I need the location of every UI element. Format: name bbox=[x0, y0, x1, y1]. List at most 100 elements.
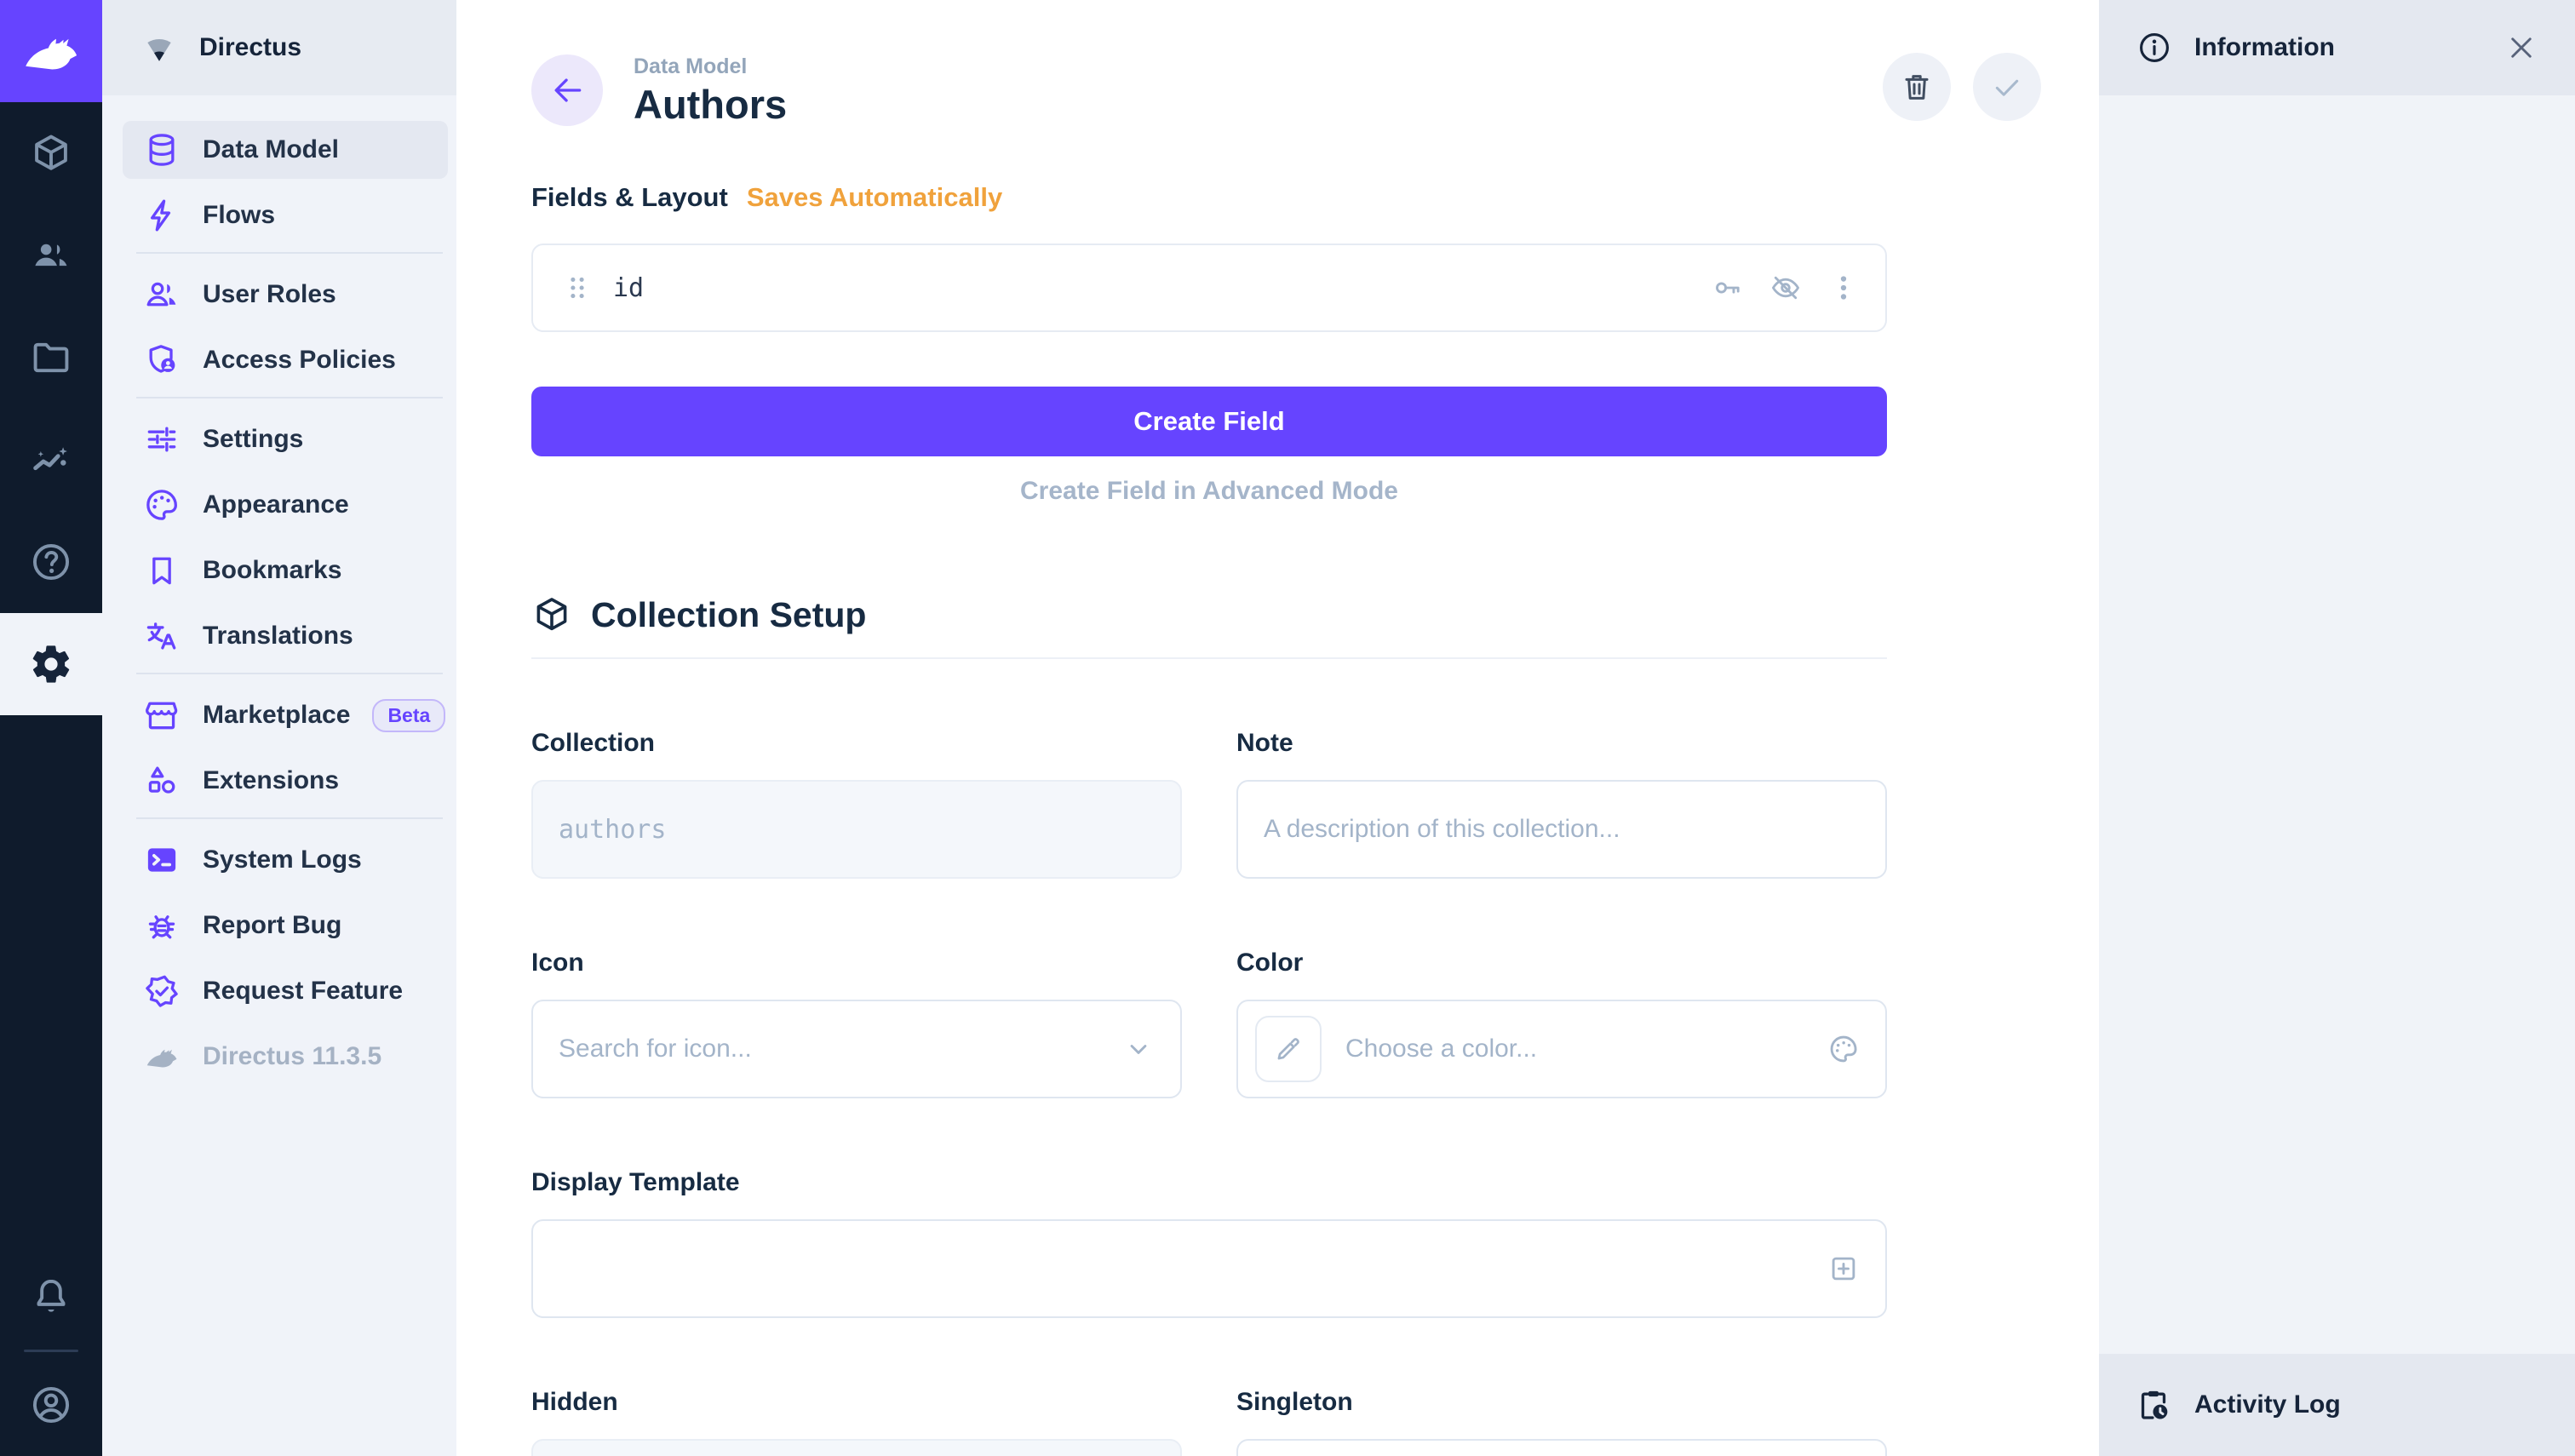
more-vert-icon bbox=[1827, 272, 1860, 304]
nav-item-appearance[interactable]: Appearance bbox=[123, 476, 448, 534]
help-module-icon bbox=[29, 540, 73, 584]
hidden-label: Hidden bbox=[531, 1388, 1182, 1417]
module-bar-divider bbox=[24, 1350, 78, 1352]
nav-item-label: Extensions bbox=[203, 766, 339, 795]
nav-item-label: Flows bbox=[203, 201, 275, 230]
account-button[interactable] bbox=[0, 1354, 102, 1456]
field-row-icons bbox=[1712, 272, 1860, 304]
collection-setup-form: Collection Note Icon bbox=[531, 729, 1887, 1456]
autosave-note: Saves Automatically bbox=[747, 182, 1002, 213]
field-menu-button[interactable] bbox=[1827, 272, 1860, 304]
icon-search-input[interactable] bbox=[559, 1035, 1122, 1063]
sliders-icon bbox=[143, 421, 181, 458]
nav-item-label: Access Policies bbox=[203, 346, 396, 375]
field-row-id[interactable]: id bbox=[531, 244, 1887, 332]
terminal-icon bbox=[143, 841, 181, 879]
save-button[interactable] bbox=[1973, 53, 2041, 121]
chevron-down-icon[interactable] bbox=[1122, 1033, 1155, 1065]
color-input[interactable] bbox=[1345, 1035, 1827, 1063]
nav-item-data-model[interactable]: Data Model bbox=[123, 121, 448, 179]
header-actions bbox=[1883, 53, 2041, 121]
module-users[interactable] bbox=[0, 204, 102, 307]
nav-item-label: Request Feature bbox=[203, 977, 403, 1006]
nav-item-label: System Logs bbox=[203, 846, 362, 874]
project-status-icon bbox=[141, 30, 177, 66]
nav-item-request-feature[interactable]: Request Feature bbox=[123, 962, 448, 1020]
note-label: Note bbox=[1236, 729, 1887, 758]
display-template-input-wrap[interactable] bbox=[531, 1219, 1887, 1318]
nav-divider bbox=[136, 397, 443, 398]
delete-collection-button[interactable] bbox=[1883, 53, 1951, 121]
nav-item-label: Bookmarks bbox=[203, 556, 341, 585]
eyedropper-icon bbox=[1273, 1034, 1304, 1064]
trash-icon bbox=[1900, 70, 1934, 104]
icon-label: Icon bbox=[531, 949, 1182, 977]
nav-item-system-logs[interactable]: System Logs bbox=[123, 831, 448, 889]
singleton-label: Singleton bbox=[1236, 1388, 1887, 1417]
nav-item-bookmarks[interactable]: Bookmarks bbox=[123, 542, 448, 599]
nav-item-extensions[interactable]: Extensions bbox=[123, 752, 448, 810]
create-field-button[interactable]: Create Field bbox=[531, 387, 1887, 456]
nav-item-label: Settings bbox=[203, 425, 303, 454]
app-root: Directus Data Model Flows User Roles Acc… bbox=[0, 0, 2575, 1456]
nav-divider bbox=[136, 673, 443, 674]
palette-picker-icon[interactable] bbox=[1827, 1033, 1860, 1065]
collection-input bbox=[559, 815, 1155, 845]
palette-icon bbox=[143, 486, 181, 524]
icon-field: Icon bbox=[531, 949, 1182, 1098]
arrow-left-icon bbox=[548, 72, 586, 109]
settings-nav: Directus Data Model Flows User Roles Acc… bbox=[102, 0, 456, 1456]
display-template-input[interactable] bbox=[559, 1254, 1827, 1283]
nav-item-report-bug[interactable]: Report Bug bbox=[123, 897, 448, 954]
singleton-input-wrap[interactable] bbox=[1236, 1439, 1887, 1456]
info-sidebar-body bbox=[2099, 95, 2575, 1354]
singleton-field: Singleton bbox=[1236, 1388, 1887, 1456]
nav-item-translations[interactable]: Translations bbox=[123, 607, 448, 665]
fields-layout-heading: Fields & Layout Saves Automatically bbox=[531, 182, 1887, 213]
drag-handle-icon[interactable] bbox=[562, 272, 593, 303]
icon-select[interactable] bbox=[531, 1000, 1182, 1098]
nav-version-label: Directus 11.3.5 bbox=[203, 1042, 381, 1071]
translate-icon bbox=[143, 617, 181, 655]
fields-layout-label: Fields & Layout bbox=[531, 182, 728, 213]
eyedropper-button[interactable] bbox=[1255, 1016, 1322, 1082]
module-settings[interactable] bbox=[0, 613, 102, 715]
nav-item-marketplace[interactable]: Marketplace Beta bbox=[123, 686, 448, 744]
box-module-icon bbox=[29, 131, 73, 175]
module-content[interactable] bbox=[0, 102, 102, 204]
nav-item-settings[interactable]: Settings bbox=[123, 410, 448, 468]
notifications-button[interactable] bbox=[0, 1246, 102, 1348]
color-input-wrap bbox=[1236, 1000, 1887, 1098]
nav-item-access-policies[interactable]: Access Policies bbox=[123, 331, 448, 389]
back-button[interactable] bbox=[531, 54, 603, 126]
nav-item-flows[interactable]: Flows bbox=[123, 186, 448, 244]
page-header: Data Model Authors bbox=[531, 54, 1887, 126]
nav-item-user-roles[interactable]: User Roles bbox=[123, 266, 448, 324]
shield-user-icon bbox=[143, 341, 181, 379]
close-sidebar-button[interactable] bbox=[2505, 32, 2538, 64]
note-input[interactable] bbox=[1264, 815, 1860, 844]
create-field-advanced-link[interactable]: Create Field in Advanced Mode bbox=[531, 477, 1887, 506]
activity-log-button[interactable]: Activity Log bbox=[2099, 1354, 2575, 1456]
nav-divider bbox=[136, 817, 443, 819]
directus-logo[interactable] bbox=[0, 0, 102, 102]
module-help[interactable] bbox=[0, 511, 102, 613]
info-icon bbox=[2136, 30, 2172, 66]
activity-log-label: Activity Log bbox=[2194, 1390, 2341, 1419]
add-box-icon[interactable] bbox=[1827, 1253, 1860, 1285]
module-insights[interactable] bbox=[0, 409, 102, 511]
collection-input-wrap bbox=[531, 780, 1182, 879]
hidden-input-wrap[interactable] bbox=[531, 1439, 1182, 1456]
color-label: Color bbox=[1236, 949, 1887, 977]
database-icon bbox=[143, 131, 181, 169]
bookmark-icon bbox=[143, 552, 181, 589]
feature-badge-icon bbox=[143, 972, 181, 1010]
main-inner: Data Model Authors Fields & Layout Saves… bbox=[456, 0, 1887, 1456]
project-header[interactable]: Directus bbox=[102, 0, 456, 95]
main-content: Data Model Authors Fields & Layout Saves… bbox=[456, 0, 2099, 1456]
module-files[interactable] bbox=[0, 307, 102, 409]
rabbit-logo-icon bbox=[19, 19, 83, 83]
activity-log-icon bbox=[2135, 1386, 2172, 1424]
note-field: Note bbox=[1236, 729, 1887, 879]
nav-version: Directus 11.3.5 bbox=[123, 1028, 448, 1086]
